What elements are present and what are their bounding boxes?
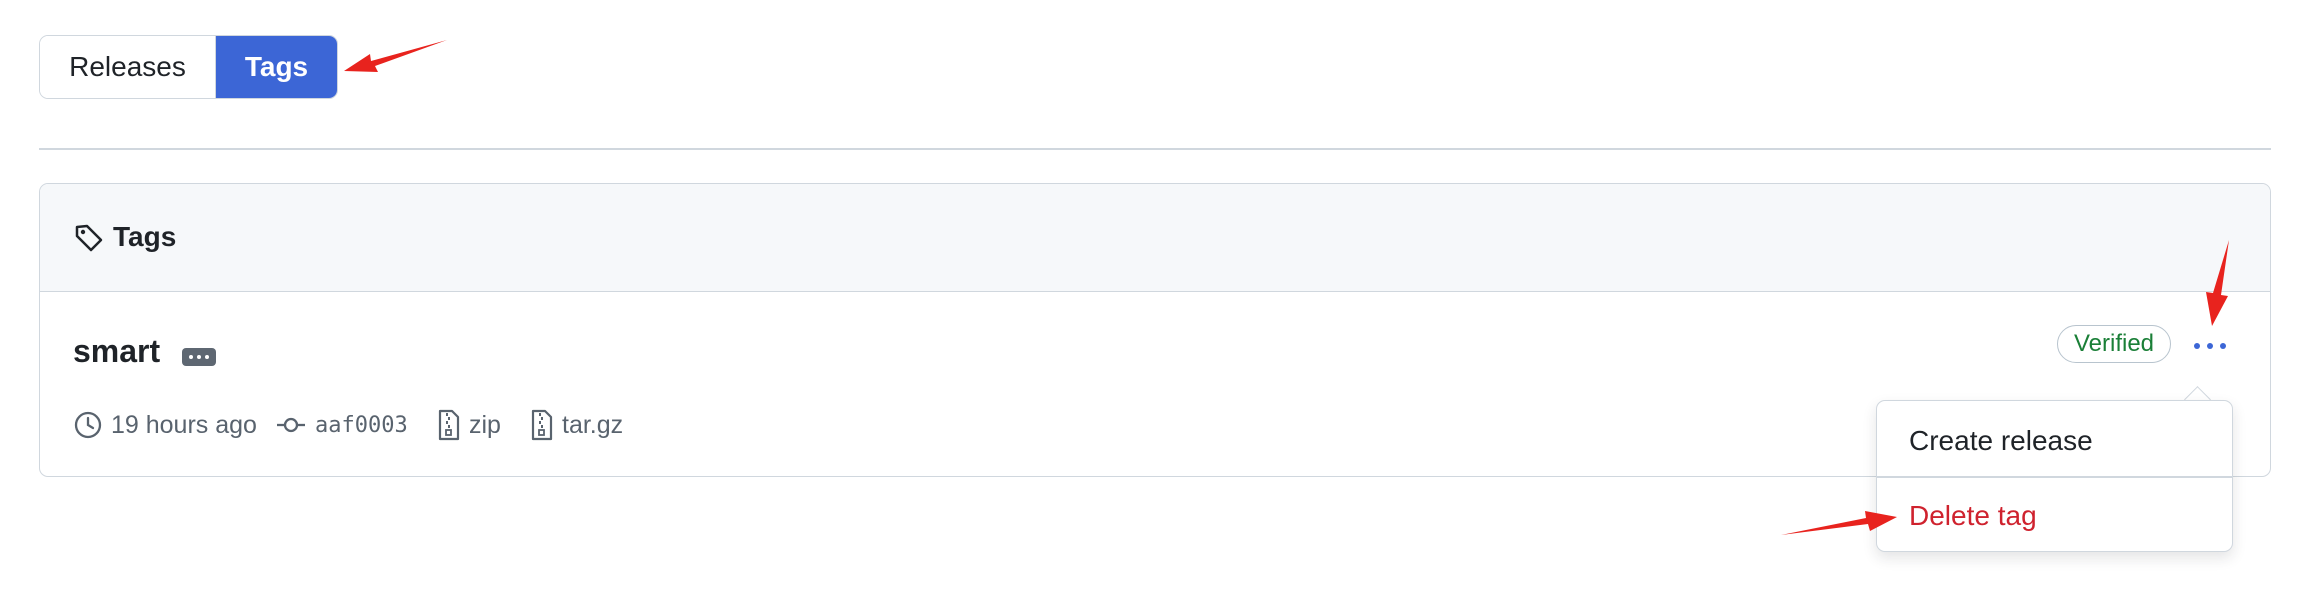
file-zip-icon (531, 409, 553, 441)
download-zip[interactable]: zip (437, 407, 501, 443)
tags-box-header: Tags (40, 184, 2270, 292)
targz-label[interactable]: tar.gz (562, 411, 623, 440)
create-release-menu-item[interactable]: Create release (1909, 423, 2093, 459)
zip-label[interactable]: zip (469, 411, 501, 440)
tag-icon (75, 224, 103, 252)
clock-icon (74, 411, 102, 439)
delete-tag-menu-item[interactable]: Delete tag (1909, 498, 2037, 534)
annotation-arrow (344, 40, 447, 72)
commit-icon (277, 417, 305, 433)
tag-time-label: 19 hours ago (111, 410, 257, 439)
verified-badge[interactable]: Verified (2057, 325, 2171, 363)
tag-time: 19 hours ago (73, 407, 257, 443)
more-actions-button[interactable] (2190, 330, 2230, 362)
releases-tab[interactable]: Releases (40, 36, 216, 98)
file-zip-icon (438, 409, 460, 441)
tag-actions-menu: Create release Delete tag (1876, 400, 2233, 552)
tags-box-title: Tags (113, 221, 177, 252)
divider (39, 148, 2271, 150)
tag-name-link[interactable]: smart (73, 332, 160, 370)
tag-commit[interactable]: aaf0003 (275, 407, 408, 443)
releases-tags-toggle: Releases Tags (39, 35, 338, 99)
tags-tab[interactable]: Tags (216, 36, 337, 98)
menu-divider (1877, 476, 2232, 478)
ellipsis-toggle-button[interactable] (182, 348, 216, 366)
commit-sha[interactable]: aaf0003 (315, 413, 408, 438)
download-targz[interactable]: tar.gz (530, 407, 623, 443)
